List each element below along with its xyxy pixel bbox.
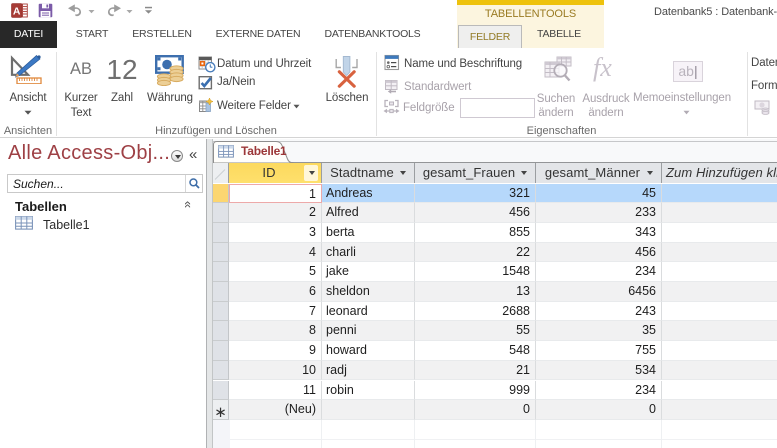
svg-text:A: A: [13, 5, 21, 17]
